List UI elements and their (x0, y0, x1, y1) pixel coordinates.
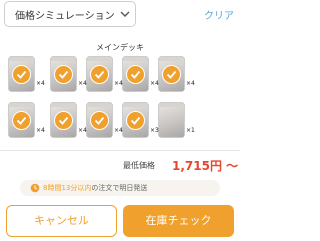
checkmark-icon (12, 65, 31, 84)
shipping-notice: 8時間13分以内の注文で明日発送 (20, 180, 220, 196)
notice-highlight: 8時間13分以内 (43, 184, 92, 192)
cancel-button[interactable]: キャンセル (6, 205, 117, 237)
checkmark-icon (126, 65, 145, 84)
checkmark-icon (126, 111, 145, 130)
price-label: 最低価格 (123, 161, 155, 170)
checkmark-icon (90, 111, 109, 130)
card-stripe (87, 57, 112, 61)
checkmark-icon (54, 65, 73, 84)
card-count: ×1 (186, 127, 195, 134)
divider (0, 150, 240, 151)
stock-check-button[interactable]: 在庫チェック (123, 205, 234, 237)
card-count: ×4 (186, 80, 195, 87)
price-value: 1,715円 〜 (172, 159, 239, 173)
card-item[interactable] (159, 103, 184, 137)
checkmark-icon (162, 65, 181, 84)
checkmark-icon (54, 111, 73, 130)
card-item[interactable] (87, 103, 112, 137)
card-item[interactable] (51, 57, 76, 91)
card-item[interactable] (123, 103, 148, 137)
card-item[interactable] (123, 57, 148, 91)
card-stripe (123, 103, 148, 107)
card-grid: ×4 ×4 ×4 ×4 ×4 ×4 ×4 ×4 ×3 ×1 (0, 0, 240, 150)
checkmark-icon (12, 111, 31, 130)
card-stripe (9, 103, 34, 107)
card-stripe (51, 103, 76, 107)
card-item[interactable] (9, 103, 34, 137)
card-item[interactable] (9, 57, 34, 91)
card-stripe (159, 103, 184, 107)
card-stripe (87, 103, 112, 107)
clock-icon (30, 183, 40, 193)
card-item[interactable] (87, 57, 112, 91)
card-stripe (123, 57, 148, 61)
card-item[interactable] (51, 103, 76, 137)
card-count: ×4 (36, 80, 45, 87)
notice-body: の注文で明日発送 (91, 184, 148, 192)
card-count: ×4 (36, 127, 45, 134)
card-item[interactable] (159, 57, 184, 91)
card-stripe (51, 57, 76, 61)
notice-text: 8時間13分以内の注文で明日発送 (43, 183, 147, 193)
card-stripe (9, 57, 34, 61)
card-stripe (159, 57, 184, 61)
checkmark-icon (90, 65, 109, 84)
